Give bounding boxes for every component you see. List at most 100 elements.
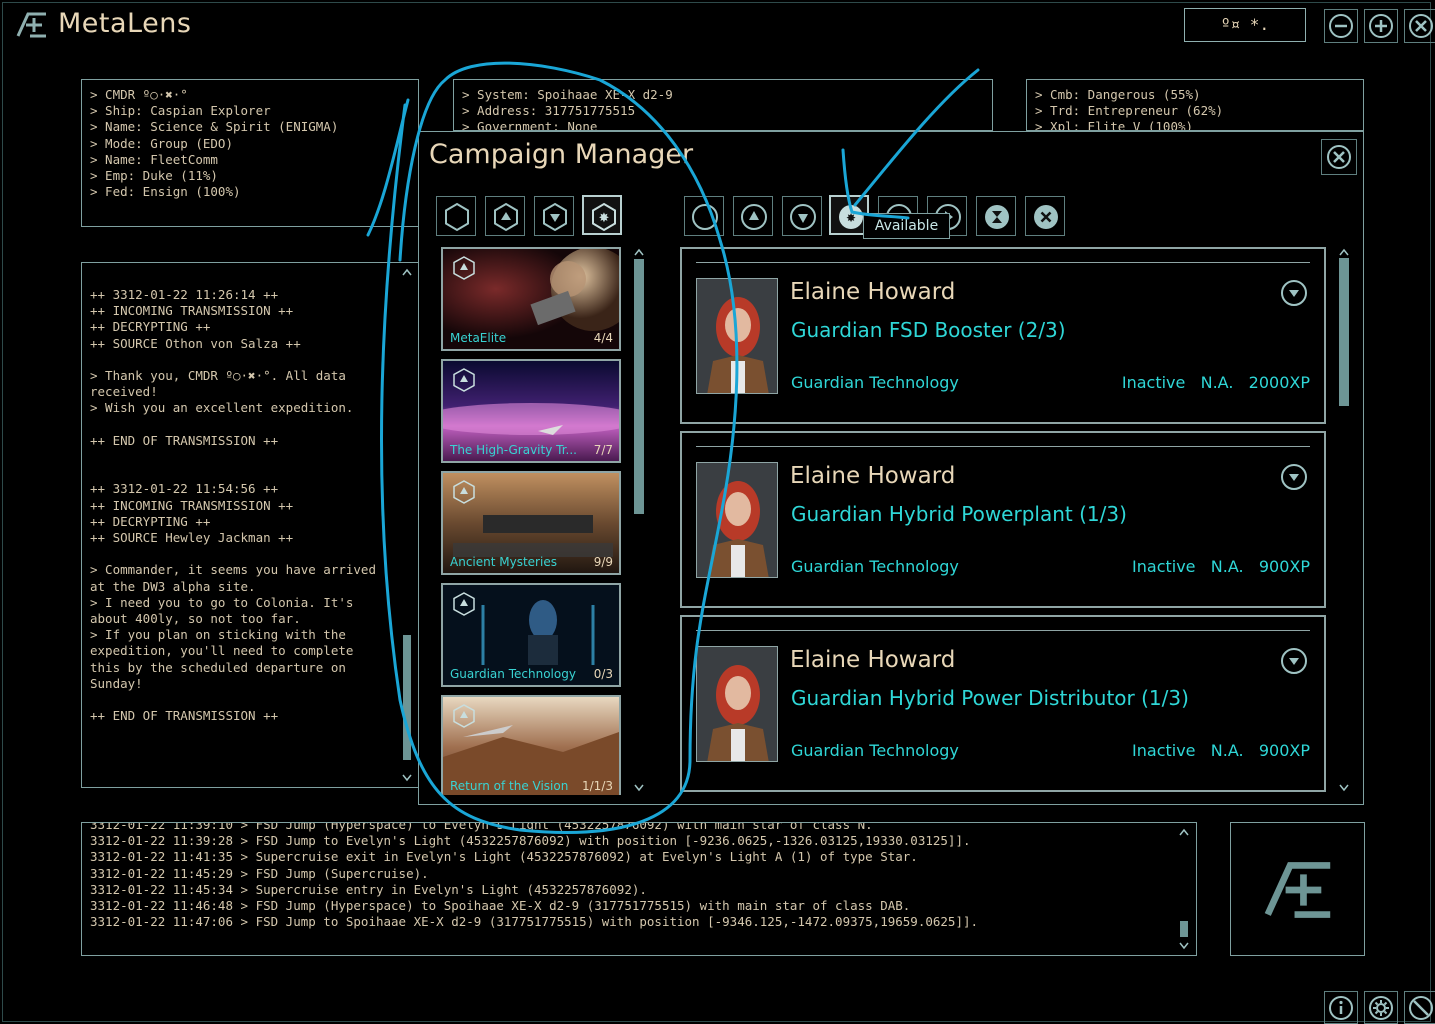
info-button[interactable] <box>1324 991 1358 1024</box>
close-circle-icon <box>1327 145 1351 169</box>
mission-filter-hourglass-button[interactable] <box>976 196 1016 236</box>
app-logo-icon <box>16 12 46 38</box>
campaign-scrollbar[interactable] <box>634 259 644 514</box>
campaign-filter-star-button[interactable]: ✸ <box>582 195 622 235</box>
close-app-button[interactable] <box>1404 9 1435 43</box>
commander-line: > CMDR º○·✖·° <box>90 87 188 102</box>
zoom-in-button[interactable] <box>1364 9 1398 43</box>
campaign-count: 0/3 <box>593 667 613 681</box>
scroll-down-icon[interactable] <box>633 783 645 793</box>
circle-down-icon <box>790 204 816 230</box>
app-title: MetaLens <box>58 8 192 39</box>
divider <box>696 446 1310 447</box>
log-line: 3312-01-22 11:45:29 > FSD Jump (Supercru… <box>90 865 429 881</box>
campaign-name: The High-Gravity Tr... <box>450 443 577 457</box>
mission-list: Elaine Howard Guardian FSD Booster (2/3)… <box>680 247 1326 793</box>
mission-card[interactable]: Elaine Howard Guardian FSD Booster (2/3)… <box>680 247 1326 424</box>
circle-hourglass-icon <box>985 205 1009 229</box>
commander-line: > Ship: Caspian Explorer <box>90 103 271 119</box>
disable-button[interactable] <box>1404 991 1435 1024</box>
campaign-manager-dialog: Campaign Manager ✸ ✸ Available MetaElite… <box>418 131 1364 805</box>
divider <box>696 262 1310 263</box>
mission-filter-up-button[interactable] <box>733 196 773 236</box>
mission-card[interactable]: Elaine Howard Guardian Hybrid Power Dist… <box>680 615 1326 792</box>
expand-chevron-icon[interactable] <box>1280 647 1308 675</box>
brand-panel <box>1230 822 1365 956</box>
scroll-down-icon[interactable] <box>401 773 413 783</box>
mission-title: Guardian Hybrid Powerplant (1/3) <box>791 502 1127 526</box>
campaign-count: 9/9 <box>593 555 613 569</box>
portrait-image <box>696 462 778 578</box>
campaign-card[interactable]: MetaElite 4/4 <box>441 247 621 351</box>
transmission-scrollbar[interactable] <box>403 635 411 760</box>
scroll-down-icon[interactable] <box>1338 783 1350 793</box>
hexagon-up-icon <box>453 592 475 616</box>
divider <box>696 630 1310 631</box>
hexagon-up-icon <box>453 368 475 392</box>
event-log-panel[interactable]: 3312-01-22 11:39:10 > FSD Jump (Hyperspa… <box>81 822 1197 956</box>
campaign-count: 4/4 <box>593 331 613 345</box>
portrait-image <box>696 278 778 394</box>
portrait-image <box>696 646 778 762</box>
system-panel: > System: Spoihaae XE-X d2-9 > Address: … <box>453 79 993 131</box>
mission-filter-down-button[interactable] <box>782 196 822 236</box>
transmission-panel[interactable]: ++ 3312-01-22 11:26:14 ++ ++ INCOMING TR… <box>81 262 419 788</box>
scroll-up-icon[interactable] <box>1338 247 1350 257</box>
campaign-card[interactable]: Return of the Vision 1/1/3 <box>441 695 621 795</box>
close-circle-icon <box>1409 14 1433 38</box>
campaign-filter-down-button[interactable] <box>534 196 574 236</box>
mission-filter-all-button[interactable] <box>684 196 724 236</box>
rank-line: > Trd: Entrepreneur (62%) <box>1035 103 1224 119</box>
campaign-card[interactable]: The High-Gravity Tr... 7/7 <box>441 359 621 463</box>
campaign-name: Ancient Mysteries <box>450 555 557 569</box>
campaign-card[interactable]: Ancient Mysteries 9/9 <box>441 471 621 575</box>
log-line: 3312-01-22 11:39:28 > FSD Jump to Evelyn… <box>90 833 971 849</box>
campaign-filter-up-button[interactable] <box>485 196 525 236</box>
svg-text:✸: ✸ <box>846 211 856 225</box>
scroll-down-icon[interactable] <box>1178 941 1190 951</box>
commander-panel: > CMDR º○·✖·° > Ship: Caspian Explorer >… <box>81 79 419 227</box>
system-line: > Address: 317751775515 <box>462 103 636 119</box>
log-scrollbar[interactable] <box>1180 921 1188 937</box>
hexagon-up-icon <box>494 202 518 232</box>
campaign-count: 7/7 <box>593 443 613 457</box>
commander-tag[interactable]: º¤ *. <box>1184 8 1306 42</box>
campaign-name: Guardian Technology <box>450 667 576 681</box>
scroll-up-icon[interactable] <box>401 267 413 277</box>
tooltip: Available <box>863 213 950 239</box>
mission-title: Guardian Hybrid Power Distributor (1/3) <box>791 686 1189 710</box>
hexagon-up-icon <box>453 480 475 504</box>
mission-scrollbar[interactable] <box>1339 258 1349 406</box>
mission-giver: Elaine Howard <box>790 279 956 305</box>
plus-circle-icon <box>1369 14 1393 38</box>
scroll-up-icon[interactable] <box>633 247 645 257</box>
campaign-name: Return of the Vision <box>450 779 569 793</box>
mission-status: Inactive N.A. 900XP <box>1132 557 1310 576</box>
title-bar: MetaLens º¤ *. <box>0 0 1435 52</box>
zoom-out-button[interactable] <box>1324 9 1358 43</box>
hexagon-up-icon <box>453 256 475 280</box>
info-icon <box>1329 996 1353 1020</box>
campaign-name: MetaElite <box>450 331 507 345</box>
system-line: > System: Spoihaae XE-X d2-9 <box>462 87 673 102</box>
scroll-up-icon[interactable] <box>1178 827 1190 837</box>
settings-button[interactable] <box>1364 991 1398 1024</box>
mission-filter-failed-button[interactable] <box>1025 196 1065 236</box>
log-line: 3312-01-22 11:41:35 > Supercruise exit i… <box>90 849 918 865</box>
mission-title: Guardian FSD Booster (2/3) <box>791 318 1066 342</box>
dialog-title: Campaign Manager <box>429 139 694 170</box>
commander-line: > Name: FleetComm <box>90 151 218 167</box>
mission-giver: Elaine Howard <box>790 463 956 489</box>
campaign-count: 1/1/3 <box>582 779 613 793</box>
mission-card[interactable]: Elaine Howard Guardian Hybrid Powerplant… <box>680 431 1326 608</box>
expand-chevron-icon[interactable] <box>1280 279 1308 307</box>
campaign-list: MetaElite 4/4 The High-Gravity Tr... 7/7… <box>441 247 623 795</box>
expand-chevron-icon[interactable] <box>1280 463 1308 491</box>
log-line: 3312-01-22 11:39:10 > FSD Jump (Hyperspa… <box>90 822 873 832</box>
campaign-filter-all-button[interactable] <box>436 196 476 236</box>
system-line: > Government: None <box>462 119 598 131</box>
close-dialog-button[interactable] <box>1321 139 1357 175</box>
log-line: 3312-01-22 11:46:48 > FSD Jump (Hyperspa… <box>90 898 911 914</box>
campaign-card[interactable]: Guardian Technology 0/3 <box>441 583 621 687</box>
hexagon-star-icon: ✸ <box>592 202 616 232</box>
